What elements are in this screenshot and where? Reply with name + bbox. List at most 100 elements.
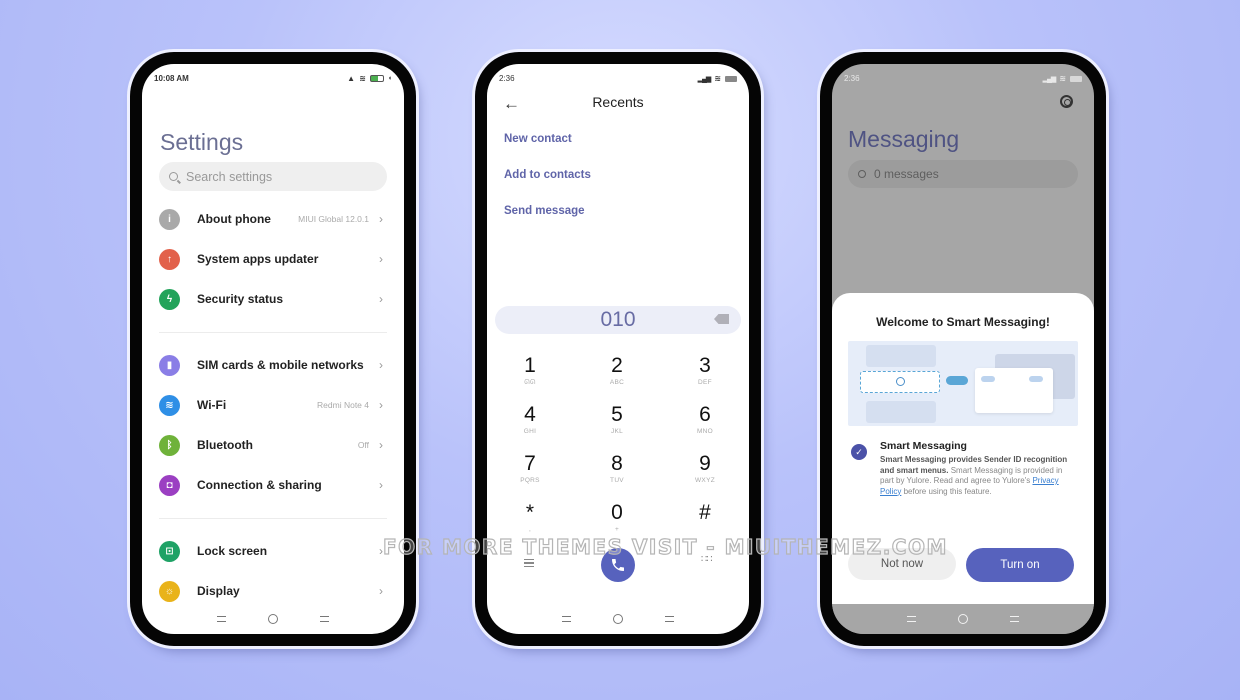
key-digit: 2 — [611, 354, 623, 377]
dial-key-3[interactable]: 3 DEF — [675, 354, 735, 386]
status-bar: 2:36 ▂▄▆ ≋ — [499, 73, 737, 87]
cloud-upload-icon: ↑ — [159, 248, 180, 270]
signal-icon: ▂▄▆ — [697, 75, 712, 83]
status-icons: ▂▄▆ ≋ — [1043, 74, 1082, 83]
navigation-bar — [142, 604, 404, 634]
search-input[interactable]: 0 messages — [848, 160, 1078, 188]
settings-item-label: Security status — [197, 292, 284, 306]
back-arrow-icon[interactable]: ← — [503, 94, 520, 114]
dial-key-0[interactable]: 0 + — [587, 501, 647, 533]
recents-nav-icon[interactable] — [562, 616, 571, 622]
back-nav-icon[interactable] — [665, 616, 674, 622]
desc-end: before using this feature. — [901, 486, 992, 496]
key-digit: 9 — [699, 452, 711, 475]
connection-icon: ◘ — [159, 474, 180, 496]
new-contact-link[interactable]: New contact — [504, 133, 572, 145]
key-letters: WXYZ — [695, 477, 715, 484]
checkbox-checked-icon[interactable]: ✓ — [851, 444, 867, 460]
settings-item-value: Off — [357, 440, 369, 450]
key-letters: ABC — [609, 379, 625, 386]
cloud-icon — [946, 376, 968, 385]
key-digit: 5 — [611, 403, 623, 426]
page-title: Settings — [160, 129, 244, 155]
battery-icon — [1070, 75, 1082, 82]
wifi-status-icon: ≋ — [1059, 74, 1066, 83]
bluetooth-icon: ᛒ — [159, 434, 180, 456]
turn-on-button[interactable]: Turn on — [966, 548, 1074, 582]
wifi-status-icon: ≋ — [359, 74, 366, 83]
backspace-icon[interactable] — [714, 314, 729, 324]
settings-gear-icon[interactable] — [1060, 95, 1073, 108]
settings-item-lock-screen[interactable]: ⊡ Lock screen › — [159, 536, 387, 566]
search-placeholder: 0 messages — [874, 167, 939, 181]
home-nav-icon[interactable] — [613, 614, 623, 624]
home-nav-icon[interactable] — [268, 614, 278, 624]
signal-icon: ▲ — [347, 74, 356, 83]
key-digit: 4 — [524, 403, 536, 426]
key-letters: GHI — [523, 428, 537, 435]
dial-key-7[interactable]: 7 PQRS — [500, 452, 560, 484]
dial-key-5[interactable]: 5 JKL — [587, 403, 647, 435]
settings-item-display[interactable]: ☼ Display › — [159, 576, 387, 606]
key-letters: MNO — [696, 428, 714, 435]
key-digit: 0 — [611, 501, 623, 524]
back-nav-icon[interactable] — [320, 616, 329, 622]
battery-icon — [725, 75, 737, 82]
settings-item-label: Display — [197, 584, 240, 598]
settings-item-security-status[interactable]: ϟ Security status › — [159, 284, 387, 314]
settings-item-about-phone[interactable]: i About phone MIUI Global 12.0.1 › — [159, 204, 387, 234]
key-digit: 7 — [524, 452, 536, 475]
battery-icon — [369, 75, 384, 82]
search-icon — [896, 377, 905, 386]
recents-nav-icon[interactable] — [907, 616, 916, 622]
key-digit: # — [699, 501, 711, 524]
settings-item-wi-fi[interactable]: ≋ Wi-Fi Redmi Note 4 › — [159, 390, 387, 420]
option-title: Smart Messaging — [880, 440, 967, 452]
dial-key-1[interactable]: 1 ᘏᘏ — [500, 354, 560, 387]
add-to-contacts-link[interactable]: Add to contacts — [504, 169, 591, 181]
option-description: Smart Messaging provides Sender ID recog… — [880, 455, 1070, 497]
chevron-right-icon: › — [379, 252, 383, 266]
smart-messaging-illustration — [848, 341, 1078, 426]
dial-key-#[interactable]: # — [675, 501, 735, 526]
navigation-bar — [487, 604, 749, 634]
chevron-right-icon: › — [379, 438, 383, 452]
phone-settings: 10:08 AM ▲ ≋ ◖ Settings Search settings … — [130, 52, 416, 646]
settings-item-sim-cards-mobile-networks[interactable]: ▮ SIM cards & mobile networks › — [159, 350, 387, 380]
page-title: Messaging — [848, 126, 960, 152]
search-input[interactable]: Search settings — [159, 162, 387, 191]
status-bar: 2:36 ▂▄▆ ≋ — [844, 73, 1082, 87]
settings-item-system-apps-updater[interactable]: ↑ System apps updater › — [159, 244, 387, 274]
home-nav-icon[interactable] — [958, 614, 968, 624]
recents-nav-icon[interactable] — [217, 616, 226, 622]
dial-key-6[interactable]: 6 MNO — [675, 403, 735, 435]
menu-icon[interactable] — [524, 559, 534, 567]
lock-icon: ⊡ — [159, 540, 180, 562]
shield-icon: ϟ — [159, 288, 180, 310]
key-digit: 1 — [524, 354, 536, 377]
settings-item-label: System apps updater — [197, 252, 319, 266]
back-nav-icon[interactable] — [1010, 616, 1019, 622]
settings-item-connection-sharing[interactable]: ◘ Connection & sharing › — [159, 470, 387, 500]
dial-key-8[interactable]: 8 TUV — [587, 452, 647, 484]
dial-key-*[interactable]: *, — [500, 501, 560, 533]
dialed-number: 010 — [600, 308, 636, 331]
settings-item-value: MIUI Global 12.0.1 — [298, 214, 369, 224]
search-icon — [858, 170, 866, 178]
dial-key-2[interactable]: 2 ABC — [587, 354, 647, 386]
key-letters: , — [528, 526, 532, 533]
watermark-text: FOR MORE THEMES VISIT - MIUITHEMEZ.COM — [382, 534, 948, 559]
dialog-title: Welcome to Smart Messaging! — [876, 315, 1050, 329]
settings-screen: 10:08 AM ▲ ≋ ◖ Settings Search settings … — [142, 64, 404, 634]
wifi-icon: ≋ — [159, 394, 180, 416]
chevron-right-icon: › — [379, 292, 383, 306]
sim-card-icon: ▮ — [159, 354, 180, 376]
dial-key-4[interactable]: 4 GHI — [500, 403, 560, 435]
page-title: Recents — [592, 94, 644, 110]
dial-key-9[interactable]: 9 WXYZ — [675, 452, 735, 484]
send-message-link[interactable]: Send message — [504, 205, 585, 217]
key-letters: TUV — [610, 477, 624, 484]
settings-item-bluetooth[interactable]: ᛒ Bluetooth Off › — [159, 430, 387, 460]
section-divider — [159, 332, 387, 333]
dialed-number-field[interactable]: 010 — [495, 306, 741, 334]
